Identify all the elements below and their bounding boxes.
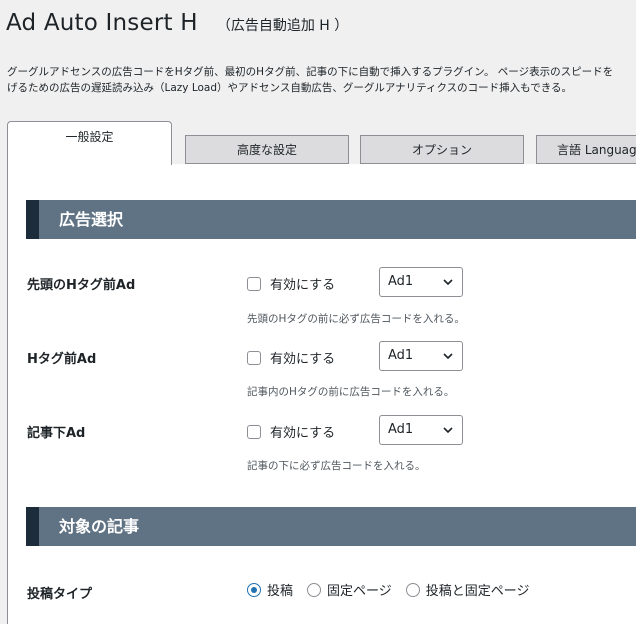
checkbox[interactable] bbox=[247, 350, 261, 365]
page-title-row: Ad Auto Insert H （広告自動追加 H ） bbox=[6, 10, 348, 36]
row-label-after-post-ad: 記事下Ad bbox=[27, 426, 86, 441]
select-value: Ad1 bbox=[388, 274, 414, 289]
checkbox-label: 有効にする bbox=[270, 426, 336, 441]
post-type-radio-group: 投稿 固定ページ 投稿と固定ページ bbox=[247, 580, 544, 599]
checkbox[interactable] bbox=[247, 424, 261, 439]
checkbox[interactable] bbox=[247, 276, 261, 291]
page-subtitle: （広告自動追加 H ） bbox=[216, 18, 349, 34]
chevron-down-icon bbox=[443, 427, 453, 434]
after-post-ad-select[interactable]: Ad1 bbox=[379, 415, 463, 445]
radio-page[interactable] bbox=[307, 582, 322, 597]
chevron-down-icon bbox=[443, 279, 453, 286]
enable-h-tag-ad[interactable]: 有効にする bbox=[247, 348, 335, 367]
checkbox-label: 有効にする bbox=[270, 352, 336, 367]
tab-options[interactable]: オプション bbox=[360, 135, 524, 164]
radio-label-post: 投稿 bbox=[267, 584, 294, 599]
row-label-first-h-tag-ad: 先頭のHタグ前Ad bbox=[27, 278, 136, 293]
help-text-first-h-tag-ad: 先頭のHタグの前に必ず広告コードを入れる。 bbox=[247, 313, 465, 325]
radio-label-page: 固定ページ bbox=[327, 584, 392, 599]
tab-advanced[interactable]: 高度な設定 bbox=[185, 135, 349, 164]
row-label-post-type: 投稿タイプ bbox=[27, 587, 93, 602]
checkbox-label: 有効にする bbox=[270, 278, 336, 293]
section-header-ad-select: 広告選択 bbox=[26, 200, 636, 239]
section-header-target-posts: 対象の記事 bbox=[26, 507, 636, 546]
description-line-1: グーグルアドセンスの広告コードをHタグ前、最初のHタグ前、記事の下に自動で挿入す… bbox=[7, 66, 614, 78]
radio-post[interactable] bbox=[247, 582, 261, 597]
h-tag-ad-select[interactable]: Ad1 bbox=[379, 341, 463, 371]
page-title: Ad Auto Insert H bbox=[6, 10, 198, 36]
tab-general[interactable]: 一般設定 bbox=[7, 121, 172, 165]
row-label-h-tag-ad: Hタグ前Ad bbox=[27, 352, 97, 367]
enable-after-post-ad[interactable]: 有効にする bbox=[247, 422, 335, 441]
radio-label-post-and-page: 投稿と固定ページ bbox=[425, 584, 530, 599]
plugin-description: グーグルアドセンスの広告コードをHタグ前、最初のHタグ前、記事の下に自動で挿入す… bbox=[7, 64, 636, 96]
tab-language[interactable]: 言語 Language bbox=[536, 135, 636, 164]
description-line-2: げるための広告の遅延読み込み（Lazy Load）やアドセンス自動広告、グーグル… bbox=[7, 82, 573, 94]
help-text-after-post-ad: 記事の下に必ず広告コードを入れる。 bbox=[247, 460, 426, 472]
select-value: Ad1 bbox=[388, 348, 414, 363]
radio-post-and-page[interactable] bbox=[405, 582, 420, 597]
enable-first-h-tag-ad[interactable]: 有効にする bbox=[247, 274, 335, 293]
help-text-h-tag-ad: 記事内のHタグの前に広告コードを入れる。 bbox=[247, 386, 455, 398]
chevron-down-icon bbox=[443, 353, 453, 360]
select-value: Ad1 bbox=[388, 422, 414, 437]
first-h-tag-ad-select[interactable]: Ad1 bbox=[379, 267, 463, 297]
